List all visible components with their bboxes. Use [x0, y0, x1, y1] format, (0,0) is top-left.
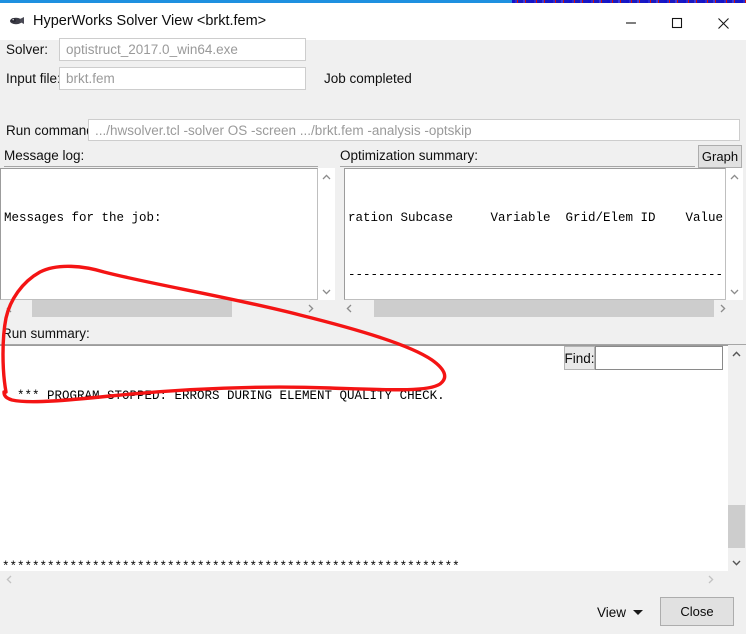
scroll-right-arrow[interactable] — [302, 300, 319, 317]
solver-field[interactable]: optistruct_2017.0_win64.exe — [59, 38, 306, 61]
vscroll-thumb[interactable] — [728, 505, 745, 548]
run-command-label: Run command: — [6, 123, 98, 138]
run-summary-text: *** PROGRAM STOPPED: ERRORS DURING ELEME… — [2, 349, 475, 571]
scroll-up-arrow[interactable] — [318, 168, 335, 185]
job-status-text: Job completed — [324, 71, 412, 86]
scroll-up-arrow[interactable] — [726, 168, 743, 185]
view-button[interactable]: View — [597, 601, 627, 623]
optimization-summary-hscrollbar[interactable] — [340, 300, 746, 317]
scroll-left-arrow[interactable] — [0, 300, 17, 317]
input-file-field[interactable]: brkt.fem — [59, 67, 306, 90]
message-log-text: Messages for the job: Element # 2079279,… — [4, 171, 317, 299]
find-button[interactable]: Find: — [564, 346, 595, 370]
summary-line: ****************************************… — [2, 560, 460, 571]
message-log-vscrollbar[interactable] — [318, 168, 335, 300]
scroll-right-arrow[interactable] — [702, 571, 719, 588]
scroll-left-arrow[interactable] — [340, 300, 357, 317]
scroll-left-arrow[interactable] — [0, 571, 17, 588]
log-line: Messages for the job: — [4, 211, 162, 225]
run-summary-label: Run summary: — [2, 326, 90, 341]
run-command-field[interactable]: .../hwsolver.tcl -solver OS -screen .../… — [88, 119, 740, 141]
solver-label: Solver: — [6, 42, 49, 57]
summary-line — [2, 501, 475, 520]
find-input[interactable] — [595, 346, 723, 370]
maximize-icon — [671, 17, 683, 29]
message-log-label: Message log: — [4, 148, 85, 163]
opt-line: ----------------------------------------… — [348, 268, 726, 282]
optimization-summary-vscrollbar[interactable] — [726, 168, 743, 300]
summary-line: *** PROGRAM STOPPED: ERRORS DURING ELEME… — [2, 389, 445, 403]
optimization-summary-text: ration Subcase Variable Grid/Elem ID Val… — [348, 171, 726, 299]
graph-button[interactable]: Graph — [698, 145, 742, 168]
chevron-down-icon[interactable] — [633, 610, 643, 615]
optimization-summary-rule — [340, 166, 695, 167]
close-window-button[interactable] — [700, 6, 746, 40]
close-button[interactable]: Close — [660, 597, 734, 626]
solver-app-icon — [9, 14, 25, 28]
scroll-down-arrow[interactable] — [726, 283, 743, 300]
run-summary-pane[interactable]: *** PROGRAM STOPPED: ERRORS DURING ELEME… — [0, 345, 728, 571]
input-file-label: Input file: — [6, 71, 61, 86]
optimization-summary-label: Optimization summary: — [340, 148, 479, 163]
message-log-rule — [4, 166, 318, 167]
scroll-right-arrow[interactable] — [714, 300, 731, 317]
scroll-down-arrow[interactable] — [728, 554, 745, 571]
solver-view-window: HyperWorks Solver View <brkt.fem> Solver… — [0, 0, 746, 634]
minimize-icon — [626, 22, 636, 24]
opt-line: ration Subcase Variable Grid/Elem ID Val… — [348, 211, 724, 225]
maximize-button[interactable] — [654, 6, 700, 40]
run-summary-vscrollbar[interactable] — [728, 345, 745, 571]
hscroll-thumb[interactable] — [374, 300, 714, 317]
scroll-down-arrow[interactable] — [318, 283, 335, 300]
window-title: HyperWorks Solver View <brkt.fem> — [33, 13, 267, 29]
title-bar: HyperWorks Solver View <brkt.fem> — [0, 3, 746, 40]
close-icon — [717, 17, 729, 29]
minimize-button[interactable] — [608, 6, 654, 40]
run-summary-hscrollbar[interactable] — [0, 571, 746, 588]
message-log-hscrollbar[interactable] — [0, 300, 335, 317]
scroll-up-arrow[interactable] — [728, 345, 745, 362]
summary-line — [2, 444, 475, 463]
message-log-pane[interactable]: Messages for the job: Element # 2079279,… — [0, 168, 318, 300]
optimization-summary-pane[interactable]: ration Subcase Variable Grid/Elem ID Val… — [344, 168, 726, 300]
hscroll-thumb[interactable] — [32, 300, 232, 317]
